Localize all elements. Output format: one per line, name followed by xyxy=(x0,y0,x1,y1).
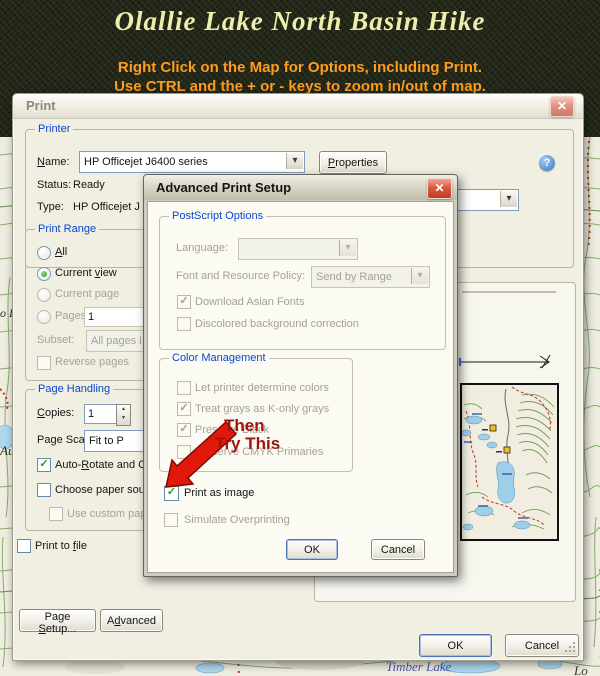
check-icon: ✓ xyxy=(179,295,188,307)
choose-paper-label[interactable]: Choose paper sour xyxy=(55,484,149,497)
use-custom-paper-label: Use custom pap xyxy=(67,508,146,521)
reverse-pages-label: Reverse pages xyxy=(55,356,129,369)
map-label-lo: Lo xyxy=(573,663,588,676)
printer-name-label: Name: xyxy=(37,156,69,169)
advanced-dialog-title: Advanced Print Setup xyxy=(156,180,291,195)
use-custom-paper-checkbox xyxy=(49,507,63,521)
radio-pages xyxy=(37,310,51,324)
radio-all[interactable] xyxy=(37,246,51,260)
print-to-file-checkbox[interactable] xyxy=(17,539,31,553)
auto-rotate-checkbox[interactable]: ✓ xyxy=(37,458,51,472)
download-asian-fonts-label: Download Asian Fonts xyxy=(195,296,304,309)
advanced-dialog-titlebar[interactable]: Advanced Print Setup ✕ xyxy=(144,175,457,200)
chevron-down-icon[interactable]: ▾ xyxy=(500,191,517,207)
print-range-group-label: Print Range xyxy=(35,223,99,236)
help-icon[interactable]: ? xyxy=(539,155,555,171)
let-printer-determine-label: Let printer determine colors xyxy=(195,382,329,395)
treat-grays-checkbox: ✓ xyxy=(177,402,191,416)
copies-label: Copies: xyxy=(37,407,74,420)
printer-type-label: Type: xyxy=(37,201,64,214)
instruction-line-1: Right Click on the Map for Options, incl… xyxy=(0,59,600,76)
language-select: ▾ xyxy=(238,238,358,260)
printer-type-value: HP Officejet J xyxy=(73,201,140,214)
advanced-print-setup-dialog: Advanced Print Setup ✕ PostScript Option… xyxy=(143,174,458,577)
copies-input[interactable] xyxy=(84,404,117,424)
properties-button[interactable]: Properties xyxy=(319,151,387,174)
page: { "header": { "title": "Olallie Lake Nor… xyxy=(0,0,600,676)
chevron-down-icon: ▾ xyxy=(339,240,356,256)
treat-grays-label: Treat grays as K-only grays xyxy=(195,403,329,416)
pages-input xyxy=(84,307,149,327)
subset-label: Subset: xyxy=(37,334,74,347)
spin-down-icon[interactable]: ▼ xyxy=(121,415,126,421)
font-policy-label: Font and Resource Policy: xyxy=(176,270,305,283)
radio-current-page-label: Current page xyxy=(55,288,119,301)
radio-dot xyxy=(41,271,47,277)
advanced-cancel-button[interactable]: Cancel xyxy=(371,539,425,560)
discolored-bg-checkbox xyxy=(177,317,191,331)
check-icon: ✓ xyxy=(179,402,188,414)
chevron-down-icon: ▾ xyxy=(411,268,428,284)
annotation-line-2: Try This xyxy=(215,434,280,454)
page-handling-group-label: Page Handling xyxy=(35,383,113,396)
simulate-overprinting-checkbox xyxy=(164,513,178,527)
printer-name-select[interactable]: HP Officejet J6400 series ▾ xyxy=(79,151,305,173)
printer-group-label: Printer xyxy=(35,123,73,136)
subset-value: All pages i xyxy=(91,335,142,347)
print-ok-button[interactable]: OK xyxy=(419,634,492,657)
simulate-overprinting-label: Simulate Overprinting xyxy=(184,514,290,527)
radio-current-page xyxy=(37,288,51,302)
print-dialog-title: Print xyxy=(26,98,56,113)
font-policy-value: Send by Range xyxy=(316,271,392,283)
preview-map-thumbnail xyxy=(460,383,559,541)
let-printer-determine-checkbox xyxy=(177,381,191,395)
advanced-button[interactable]: Advanced xyxy=(100,609,163,632)
auto-rotate-label[interactable]: Auto-Rotate and C xyxy=(55,459,146,472)
postscript-group-label: PostScript Options xyxy=(169,210,266,223)
annotation-line-1: Then xyxy=(224,416,265,436)
language-label: Language: xyxy=(176,242,228,255)
preview-map-image xyxy=(462,385,557,539)
page-setup-button[interactable]: Page Setup... xyxy=(19,609,96,632)
print-cancel-button[interactable]: Cancel xyxy=(505,634,579,657)
preview-width-arrow xyxy=(458,353,554,369)
advanced-ok-button[interactable]: OK xyxy=(286,539,338,560)
download-asian-fonts-checkbox: ✓ xyxy=(177,295,191,309)
print-dialog-titlebar[interactable]: Print ✕ xyxy=(13,94,583,119)
reverse-pages-checkbox xyxy=(37,356,51,370)
radio-all-label[interactable]: All xyxy=(55,246,67,259)
radio-pages-label: Pages xyxy=(55,310,86,323)
close-icon[interactable]: ✕ xyxy=(550,96,574,117)
printer-status-value: Ready xyxy=(73,179,105,192)
color-management-group-label: Color Management xyxy=(169,352,269,365)
page-scaling-value: Fit to P xyxy=(89,435,124,447)
page-title: Olallie Lake North Basin Hike xyxy=(0,6,600,37)
printer-name-value: HP Officejet J6400 series xyxy=(84,156,208,168)
check-icon: ✓ xyxy=(39,458,48,470)
discolored-bg-label: Discolored background correction xyxy=(195,318,359,331)
printer-status-label: Status: xyxy=(37,179,71,192)
map-label-timber-lake: Timber Lake xyxy=(386,659,452,674)
radio-current-view-label[interactable]: Current view xyxy=(55,267,117,280)
print-to-file-label[interactable]: Print to file xyxy=(35,540,87,553)
chevron-down-icon[interactable]: ▾ xyxy=(286,153,303,169)
font-policy-select: Send by Range ▾ xyxy=(311,266,430,288)
spin-up-icon[interactable]: ▲ xyxy=(121,406,126,412)
radio-current-view[interactable] xyxy=(37,267,51,281)
choose-paper-checkbox[interactable] xyxy=(37,483,51,497)
copies-stepper[interactable]: ▲▼ xyxy=(116,404,131,426)
close-icon[interactable]: ✕ xyxy=(427,178,452,199)
preview-paper-edge xyxy=(462,291,556,293)
